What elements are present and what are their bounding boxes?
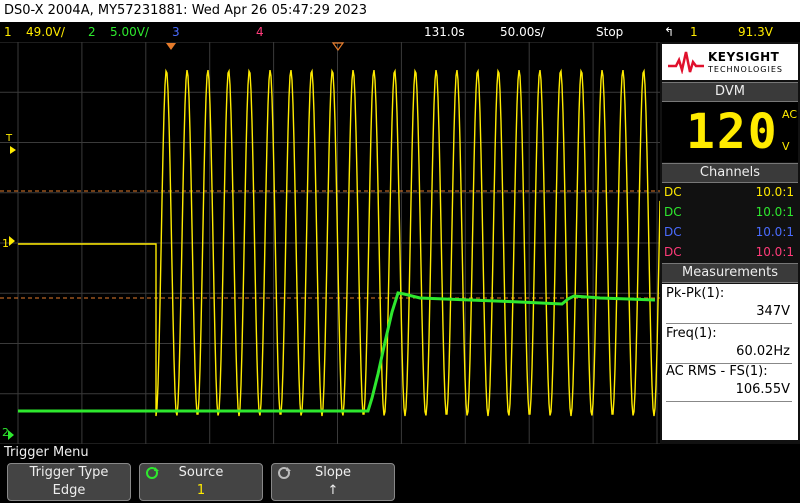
channel-row-2[interactable]: DC 10.0:1 xyxy=(662,202,798,222)
waveform-display[interactable]: T 1 2 xyxy=(0,42,660,444)
dvm-unit: V xyxy=(782,140,790,153)
measurement-label: Pk-Pk(1): xyxy=(666,286,725,301)
channel-probe-ratio: 10.0:1 xyxy=(755,185,794,199)
trigger-position-marker[interactable] xyxy=(166,43,176,50)
side-panel: KEYSIGHT TECHNOLOGIES DVM 120 AC V Chann… xyxy=(660,42,800,444)
dvm-readout: 120 AC V xyxy=(662,102,798,162)
softkey-label: Source xyxy=(178,465,224,480)
menu-title: Trigger Menu xyxy=(4,445,89,460)
ch2-ground-marker[interactable]: 2 xyxy=(2,426,9,439)
ch3-number[interactable]: 3 xyxy=(172,22,180,42)
trigger-source: 1 xyxy=(690,25,698,39)
timebase-readout[interactable]: 50.00s/ xyxy=(500,22,545,42)
channel-coupling: DC xyxy=(664,205,682,219)
trigger-level-marker[interactable]: T xyxy=(5,133,13,144)
run-state[interactable]: Stop xyxy=(596,22,623,42)
slope-icon: ↑ xyxy=(327,483,339,498)
brand-subtitle: TECHNOLOGIES xyxy=(708,65,783,74)
softkey-slope[interactable]: Slope ↑ xyxy=(271,463,395,501)
channel-coupling: DC xyxy=(664,225,682,239)
dvm-value: 120 xyxy=(686,104,779,160)
measurements-header[interactable]: Measurements xyxy=(662,263,798,283)
softkey-label: Slope xyxy=(314,465,352,480)
divider xyxy=(666,401,792,402)
channels-header[interactable]: Channels xyxy=(662,163,798,183)
softkey-label: Trigger Type xyxy=(29,465,109,480)
ch1-number[interactable]: 1 xyxy=(4,22,12,42)
measurement-value: 106.55V xyxy=(735,382,790,397)
channel-row-3[interactable]: DC 10.0:1 xyxy=(662,222,798,242)
channel-probe-ratio: 10.0:1 xyxy=(755,205,794,219)
softkey-trigger-type[interactable]: Trigger Type Edge xyxy=(7,463,131,501)
ch4-number[interactable]: 4 xyxy=(256,22,264,42)
measurement-value: 60.02Hz xyxy=(736,344,790,359)
measurements-list: Pk-Pk(1): 347V Freq(1): 60.02Hz AC RMS -… xyxy=(662,284,798,440)
channel-row-1[interactable]: DC 10.0:1 xyxy=(662,182,798,202)
softkey-value: 1 xyxy=(196,483,206,498)
channel-coupling: DC xyxy=(664,185,682,199)
rising-edge-icon: ↰ xyxy=(664,25,675,39)
measurement-value: 347V xyxy=(756,304,790,319)
ch1-ground-arrow[interactable] xyxy=(9,236,15,246)
window-title: DS0-X 2004A, MY57231881: Wed Apr 26 05:4… xyxy=(0,0,800,22)
ch1-ground-marker[interactable]: 1 xyxy=(2,237,9,250)
brand-name: KEYSIGHT xyxy=(708,50,780,64)
ch1-scale[interactable]: 49.0V/ xyxy=(26,22,65,42)
scope-graticule: T 1 2 xyxy=(0,42,660,444)
trigger-level[interactable]: 91.3V xyxy=(738,22,773,42)
measurement-label: AC RMS - FS(1): xyxy=(666,364,768,379)
measurement-label: Freq(1): xyxy=(666,326,717,341)
softkey-value: Edge xyxy=(52,483,86,498)
trigger-level-arrow[interactable] xyxy=(10,146,16,154)
ch2-number[interactable]: 2 xyxy=(88,22,96,42)
softkey-source[interactable]: Source 1 xyxy=(139,463,263,501)
brand-logo: KEYSIGHT TECHNOLOGIES xyxy=(662,44,798,80)
ch2-scale[interactable]: 5.00V/ xyxy=(110,22,149,42)
dvm-mode: AC xyxy=(782,108,798,121)
divider xyxy=(666,323,792,324)
channel-probe-ratio: 10.0:1 xyxy=(755,225,794,239)
status-bar: 1 49.0V/ 2 5.00V/ 3 4 131.0s 50.00s/ Sto… xyxy=(0,22,800,42)
channel-row-4[interactable]: DC 10.0:1 xyxy=(662,242,798,262)
delay-readout[interactable]: 131.0s xyxy=(424,22,465,42)
dvm-header[interactable]: DVM xyxy=(662,82,798,102)
softkey-menu: Trigger Menu Trigger Type Edge Source 1 … xyxy=(0,444,800,503)
channel-probe-ratio: 10.0:1 xyxy=(755,245,794,259)
channel-coupling: DC xyxy=(664,245,682,259)
keysight-wave-icon xyxy=(668,51,704,74)
ch2-ground-arrow[interactable] xyxy=(8,430,14,440)
